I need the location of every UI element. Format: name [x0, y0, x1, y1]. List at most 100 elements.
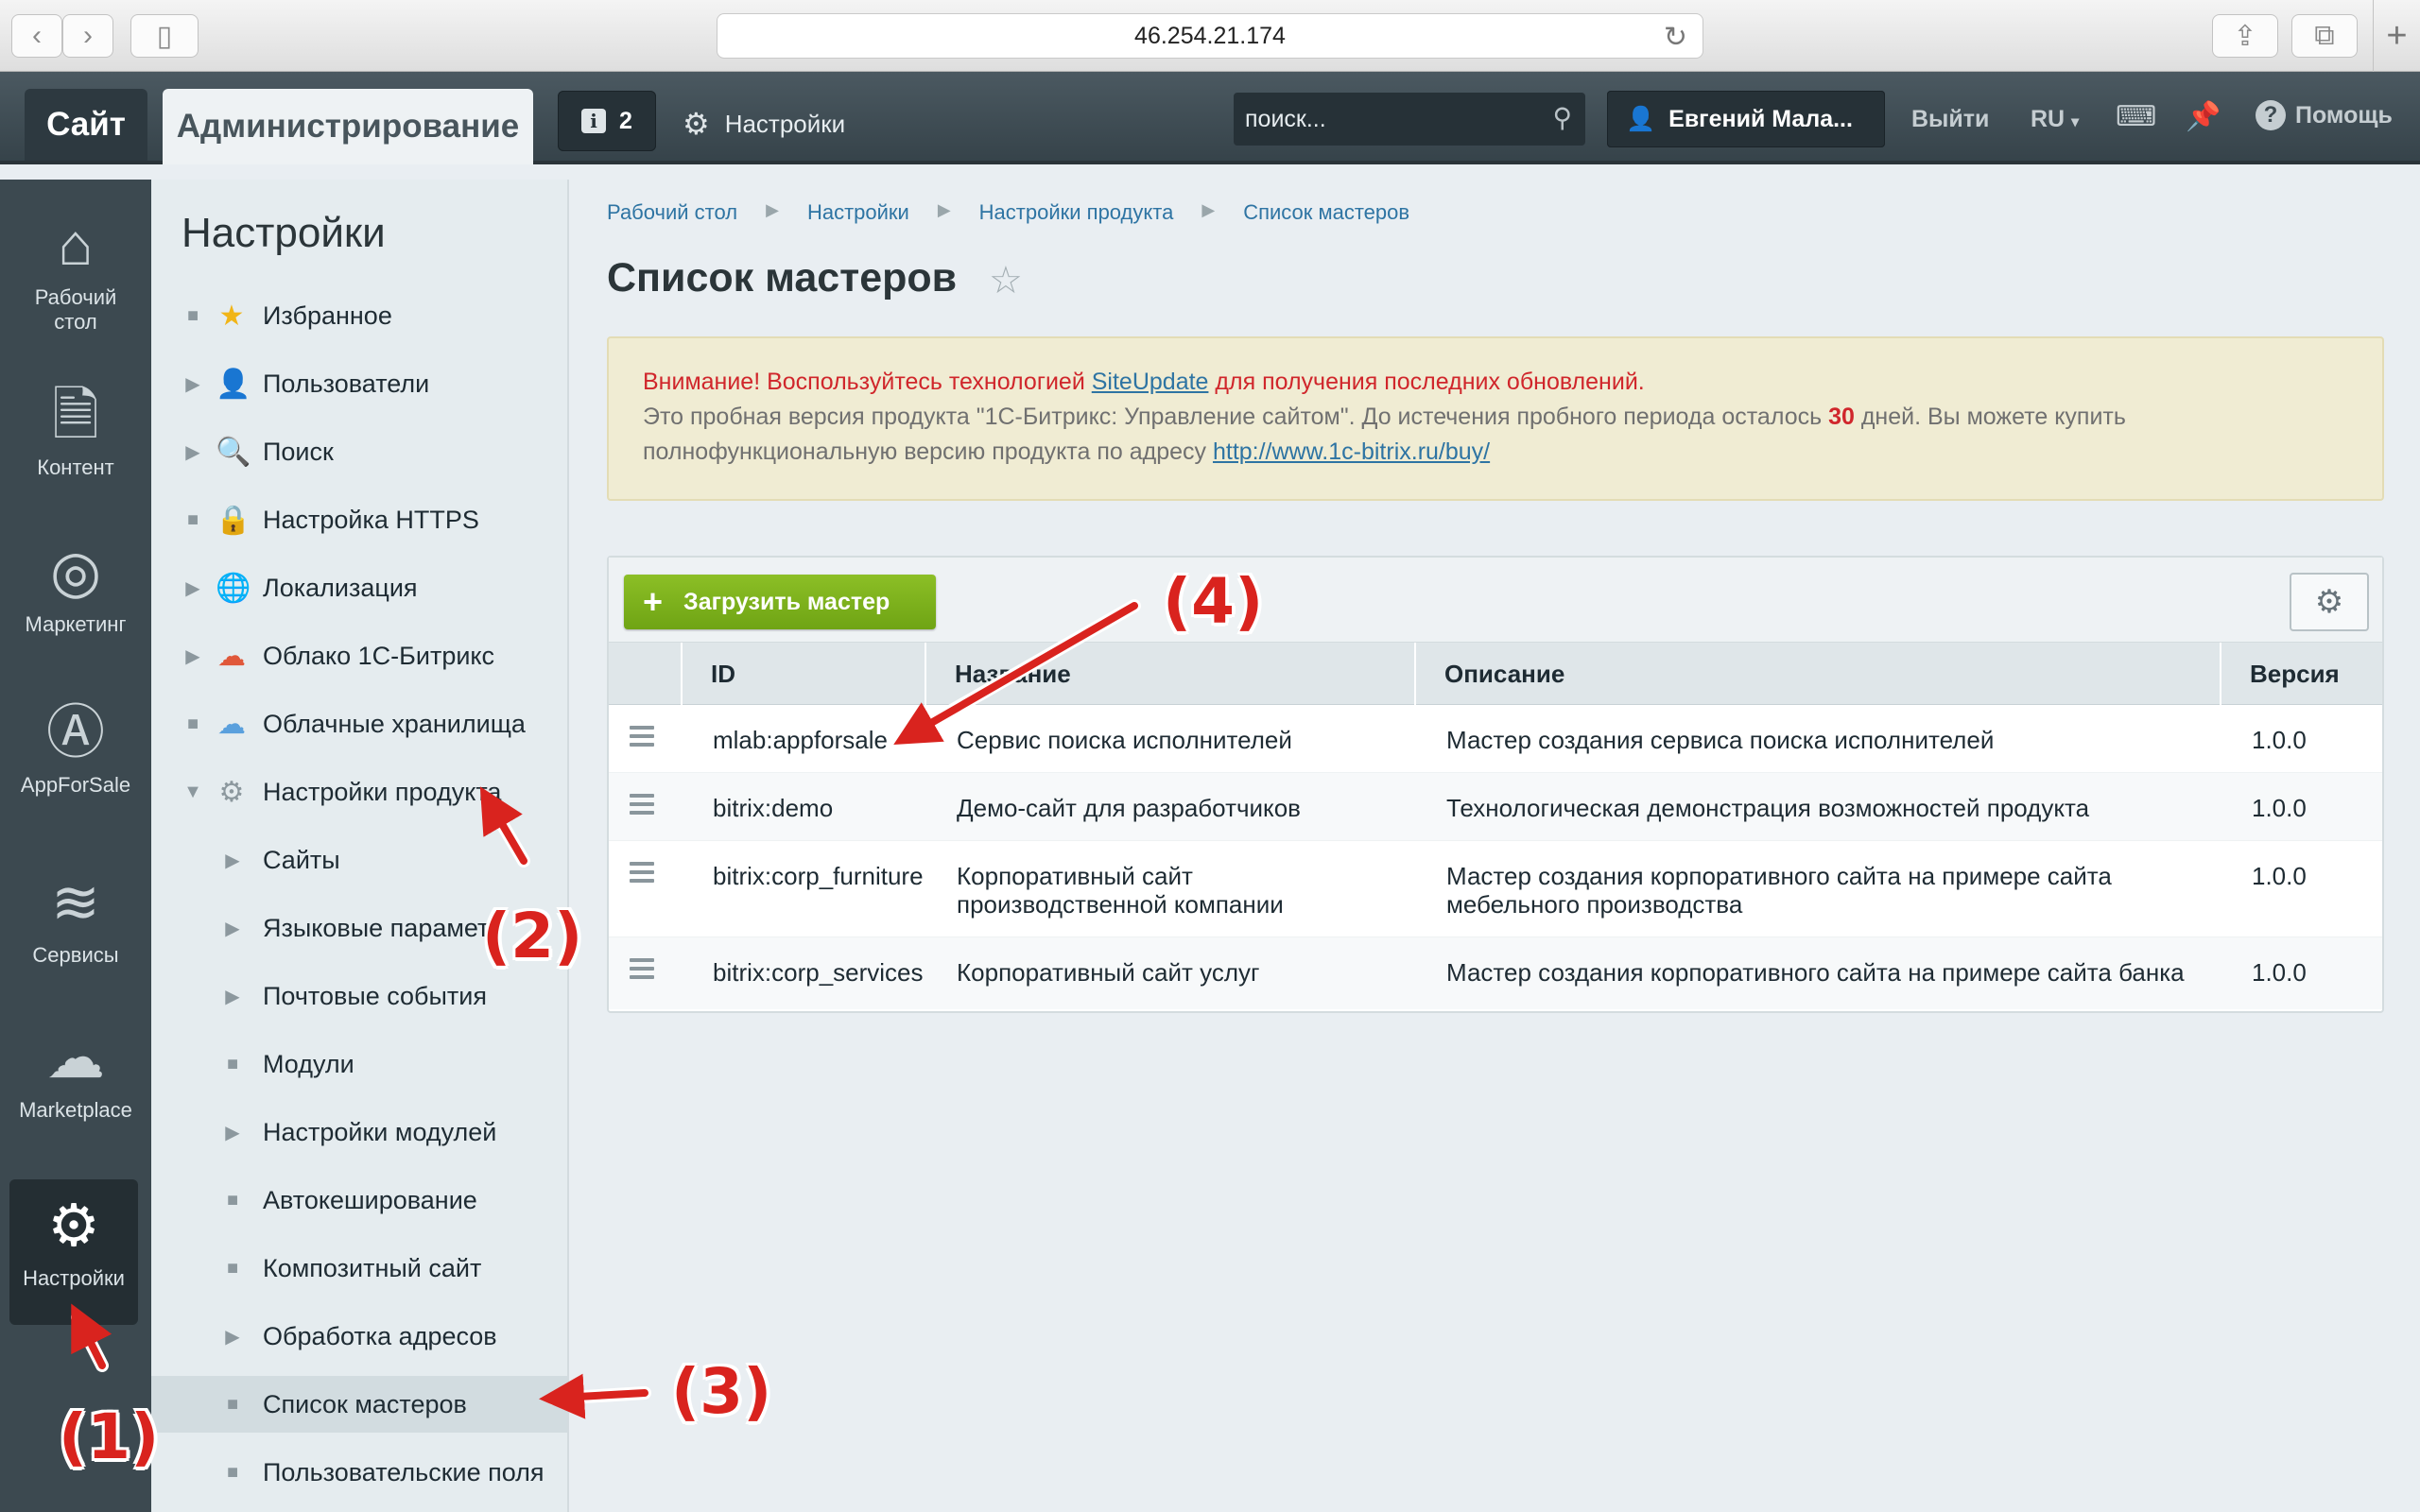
iconbar-appforsale[interactable]: Ⓐ AppForSale [0, 699, 151, 798]
user-icon: 👤 [1626, 105, 1656, 132]
expand-arrow-icon[interactable]: ▶ [223, 917, 242, 940]
table-row[interactable]: bitrix:demo Демо-сайт для разработчиков … [609, 773, 2382, 841]
row-menu-icon[interactable] [630, 958, 654, 984]
column-header-id[interactable]: ID [683, 643, 926, 705]
siteupdate-link[interactable]: SiteUpdate [1092, 369, 1209, 395]
breadcrumb-item[interactable]: Рабочий стол [607, 200, 737, 225]
menu-item-label: Языковые парамет [263, 913, 490, 942]
menu-item-product-settings[interactable]: ▼ ⚙ Настройки продукта [151, 764, 567, 820]
star-icon: ★ [218, 300, 245, 332]
table-row[interactable]: mlab:appforsale Сервис поиска исполнител… [609, 705, 2382, 773]
menu-item-sites[interactable]: ▶ Сайты [151, 832, 567, 888]
tab-site[interactable]: Сайт [25, 89, 147, 161]
expand-arrow-icon[interactable]: ▶ [223, 985, 242, 1008]
iconbar-services[interactable]: ≋ Сервисы [0, 869, 151, 968]
breadcrumb-item[interactable]: Список мастеров [1243, 200, 1409, 225]
chevron-down-icon: ▾ [2071, 114, 2080, 130]
tab-administration[interactable]: Администрирование [163, 89, 533, 164]
expand-arrow-icon[interactable]: ▶ [183, 644, 202, 668]
bullet-icon: ■ [226, 1053, 239, 1074]
table-row[interactable]: bitrix:corp_furniture Корпоративный сайт… [609, 841, 2382, 937]
reload-icon[interactable]: ↻ [1664, 21, 1687, 54]
menu-item-wizard-list[interactable]: ■ Список мастеров [151, 1376, 567, 1433]
pin-icon[interactable]: 📌 [2186, 100, 2221, 133]
menu-item-localization[interactable]: ▶ 🌐 Локализация [151, 559, 567, 616]
iconbar-content[interactable]: 🗎 Контент [0, 382, 151, 480]
expand-arrow-icon[interactable]: ▶ [223, 1325, 242, 1349]
menu-item-composite-site[interactable]: ■ Композитный сайт [151, 1240, 567, 1297]
tabs-button[interactable]: ⧉ [2291, 14, 2358, 58]
cell-description: Мастер создания сервиса поиска исполните… [1446, 726, 1995, 754]
menu-item-modules[interactable]: ■ Модули [151, 1036, 567, 1092]
menu-item-users[interactable]: ▶ 👤 Пользователи [151, 355, 567, 412]
gear-icon: ⚙ [2314, 584, 2344, 620]
table-body: mlab:appforsale Сервис поиска исполнител… [609, 705, 2382, 1013]
top-settings-link[interactable]: ⚙ Настройки [683, 106, 845, 142]
url-text: 46.254.21.174 [1134, 22, 1286, 49]
back-button[interactable]: ‹ [11, 14, 62, 58]
cell-id: bitrix:corp_furniture [713, 862, 924, 890]
expand-arrow-icon[interactable]: ▶ [183, 440, 202, 464]
row-menu-icon[interactable] [630, 794, 654, 819]
table-row[interactable]: bitrix:corp_services Корпоративный сайт … [609, 937, 2382, 1009]
iconbar-settings[interactable]: ⚙ Настройки [9, 1179, 138, 1325]
iconbar-label: Маркетинг [25, 612, 127, 636]
menu-item-user-fields[interactable]: ■ Пользовательские поля [151, 1444, 567, 1501]
bullet-icon: ■ [186, 304, 199, 326]
table-settings-button[interactable]: ⚙ [2290, 573, 2369, 631]
help-link[interactable]: ? Помощь [2256, 100, 2393, 130]
keyboard-icon[interactable]: ⌨ [2116, 100, 2156, 133]
upload-wizard-label: Загрузить мастер [683, 588, 890, 615]
cell-name: Корпоративный сайт производственной комп… [957, 862, 1284, 919]
cell-version: 1.0.0 [2252, 862, 2307, 890]
menu-item-cloud-storage[interactable]: ■ ☁ Облачные хранилища [151, 696, 567, 752]
expand-arrow-icon[interactable]: ▶ [183, 372, 202, 396]
sidebar-toggle-button[interactable]: ▯ [130, 14, 199, 58]
breadcrumb-separator-icon: ▶ [766, 200, 779, 219]
search-placeholder: поиск... [1245, 105, 1326, 132]
admin-topbar: Сайт Администрирование i 2 ⚙ Настройки п… [0, 72, 2420, 164]
menu-title: Настройки [182, 210, 386, 256]
cell-version: 1.0.0 [2252, 794, 2307, 822]
user-menu[interactable]: 👤 Евгений Мала... [1607, 91, 1885, 147]
notice-trial-text-end: дней. Вы можете купить [1860, 404, 2126, 430]
logout-link[interactable]: Выйти [1911, 106, 1989, 133]
menu-item-https[interactable]: ■ 🔒 Настройка HTTPS [151, 491, 567, 548]
iconbar-marketplace[interactable]: ☁ Marketplace [0, 1024, 151, 1123]
iconbar-label: Настройки [23, 1266, 125, 1290]
row-menu-icon[interactable] [630, 726, 654, 751]
iconbar-marketing[interactable]: ◎ Маркетинг [0, 539, 151, 637]
forward-button[interactable]: › [62, 14, 113, 58]
menu-item-favorites[interactable]: ■ ★ Избранное [151, 287, 567, 344]
update-notice: Внимание! Воспользуйтесь технологией Sit… [607, 336, 2384, 501]
new-tab-button[interactable]: + [2373, 0, 2420, 72]
breadcrumb-item[interactable]: Настройки продукта [979, 200, 1174, 225]
menu-item-url-processing[interactable]: ▶ Обработка адресов [151, 1308, 567, 1365]
bullet-icon: ■ [186, 713, 199, 734]
breadcrumb-item[interactable]: Настройки [807, 200, 909, 225]
expand-arrow-icon[interactable]: ▶ [183, 576, 202, 600]
share-button[interactable]: ⇪ [2212, 14, 2278, 58]
search-icon[interactable]: ⚲ [1552, 102, 1572, 133]
buy-link[interactable]: http://www.1c-bitrix.ru/buy/ [1213, 438, 1490, 465]
menu-item-mail-events[interactable]: ▶ Почтовые события [151, 968, 567, 1024]
home-icon: ⌂ [58, 213, 94, 278]
favorite-star-icon[interactable]: ☆ [989, 259, 1023, 302]
language-selector[interactable]: RU ▾ [2031, 106, 2079, 133]
address-bar[interactable]: 46.254.21.174 ↻ [717, 13, 1703, 59]
column-header-description[interactable]: Описание [1416, 643, 2221, 705]
upload-wizard-button[interactable]: + Загрузить мастер [624, 575, 936, 629]
expand-arrow-icon[interactable]: ▶ [223, 1121, 242, 1144]
expand-arrow-icon[interactable]: ▶ [223, 849, 242, 872]
column-header-version[interactable]: Версия [2221, 643, 2382, 705]
search-input[interactable]: поиск... ⚲ [1234, 93, 1585, 146]
menu-item-bitrix-cloud[interactable]: ▶ ☁ Облако 1С-Битрикс [151, 627, 567, 684]
iconbar-desktop[interactable]: ⌂ Рабочий стол [0, 212, 151, 335]
menu-item-module-settings[interactable]: ▶ Настройки модулей [151, 1104, 567, 1160]
notifications-button[interactable]: i 2 [558, 91, 656, 151]
row-menu-icon[interactable] [630, 862, 654, 887]
collapse-arrow-icon[interactable]: ▼ [183, 782, 202, 803]
menu-item-search[interactable]: ▶ 🔍 Поиск [151, 423, 567, 480]
menu-item-autocache[interactable]: ■ Автокеширование [151, 1172, 567, 1228]
column-header-name[interactable]: Название [926, 643, 1416, 705]
